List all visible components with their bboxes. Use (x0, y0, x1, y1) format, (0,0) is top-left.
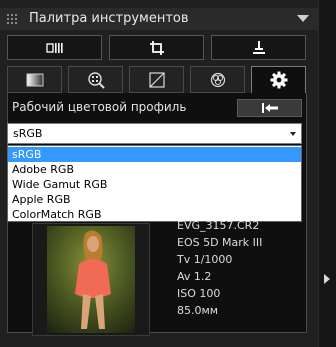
option-wide-gamut-rgb[interactable]: Wide Gamut RGB (8, 177, 301, 192)
tab-picture-adjust[interactable] (7, 66, 62, 93)
drag-handle-icon[interactable] (7, 14, 19, 26)
meta-filename: EVG_3157.CR2 (177, 219, 260, 232)
expand-arrow-icon[interactable] (324, 274, 330, 284)
film-strip-button[interactable] (7, 35, 102, 60)
profile-dropdown-list: sRGB Adobe RGB Wide Gamut RGB Apple RGB … (7, 145, 302, 222)
selected-profile-value: sRGB (13, 127, 43, 140)
photo-preview (47, 226, 135, 333)
tab-color[interactable] (190, 66, 245, 93)
crop-icon (149, 40, 164, 55)
chevron-down-icon[interactable] (290, 132, 296, 136)
noise-grid-icon (87, 71, 105, 89)
tone-curve-icon (148, 71, 165, 88)
tool-palette: Палитра инструментов Рабочий цветовой пр… (0, 0, 318, 347)
color-profile-select[interactable]: sRGB (7, 123, 302, 144)
tab-noise[interactable] (68, 66, 123, 93)
profile-label: Рабочий цветовой профиль (12, 100, 187, 114)
crop-button[interactable] (109, 35, 204, 60)
reset-arrow-icon (261, 103, 278, 113)
palette-titlebar[interactable]: Палитра инструментов (0, 8, 318, 30)
palette-title: Палитра инструментов (29, 11, 189, 26)
reset-button[interactable] (237, 99, 302, 117)
image-thumbnail (32, 223, 150, 336)
tab-tone-curve[interactable] (129, 66, 184, 93)
option-apple-rgb[interactable]: Apple RGB (8, 192, 301, 207)
tab-bar (7, 66, 307, 93)
meta-focal-length: 85.0мм (177, 304, 219, 317)
option-adobe-rgb[interactable]: Adobe RGB (8, 162, 301, 177)
meta-camera: EOS 5D Mark III (177, 236, 263, 249)
film-strip-icon (45, 42, 63, 53)
tab-settings[interactable] (251, 66, 306, 93)
meta-aperture: Av 1.2 (177, 270, 212, 283)
meta-shutter: Tv 1/1000 (177, 253, 233, 266)
stamp-button[interactable] (211, 35, 306, 60)
picture-adjust-icon (26, 73, 43, 86)
side-panel-strip (318, 0, 336, 347)
stamp-icon (252, 40, 265, 54)
collapse-triangle-icon[interactable] (297, 15, 309, 22)
option-srgb[interactable]: sRGB (8, 147, 301, 162)
meta-iso: ISO 100 (177, 287, 221, 300)
gear-icon (270, 71, 287, 89)
color-circles-icon (210, 72, 225, 87)
